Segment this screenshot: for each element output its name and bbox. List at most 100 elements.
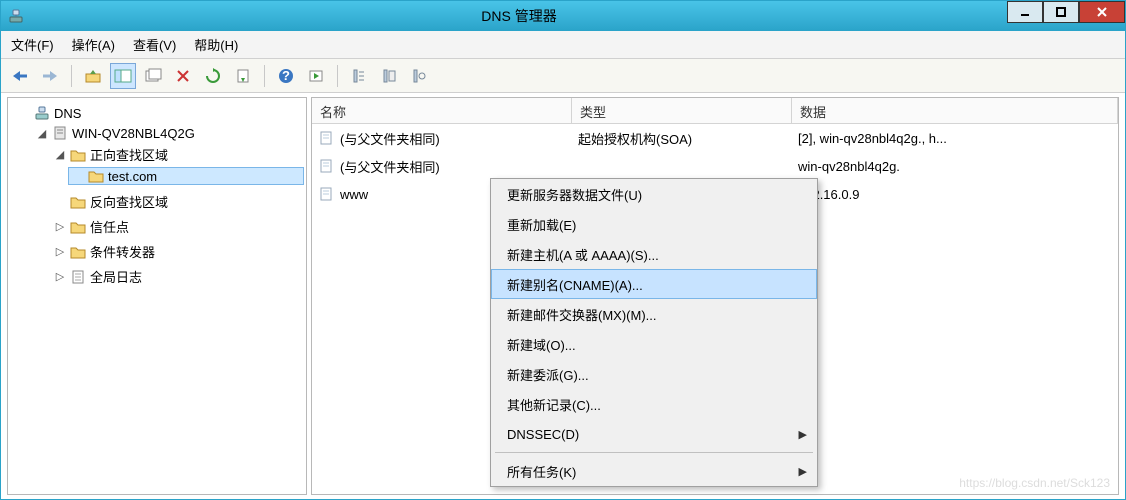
folder-icon	[70, 244, 86, 260]
cell-name: (与父文件夹相同)	[340, 129, 440, 148]
filter-button-1[interactable]	[346, 63, 372, 89]
tree-label: 信任点	[90, 217, 129, 236]
cell-name: (与父文件夹相同)	[340, 157, 440, 176]
tree-root-dns[interactable]: DNS	[14, 104, 304, 122]
ctx-label: 新建委派(G)...	[507, 365, 589, 384]
ctx-label: 所有任务(K)	[507, 462, 576, 481]
ctx-label: 其他新记录(C)...	[507, 395, 601, 414]
new-window-button[interactable]	[140, 63, 166, 89]
close-button[interactable]	[1079, 1, 1125, 23]
record-icon	[318, 186, 334, 202]
ctx-separator	[495, 452, 813, 453]
back-button[interactable]	[7, 63, 33, 89]
app-icon	[1, 8, 31, 24]
folder-icon	[70, 219, 86, 235]
tree-label: DNS	[54, 106, 81, 121]
menu-bar: 文件(F) 操作(A) 查看(V) 帮助(H)	[1, 31, 1125, 59]
tree-reverse-zones[interactable]: 反向查找区域	[50, 191, 304, 212]
ctx-label: 新建域(O)...	[507, 335, 576, 354]
tree-label: 反向查找区域	[90, 192, 168, 211]
tree-trust-points[interactable]: ▷ 信任点	[50, 216, 304, 237]
ctx-label: 新建别名(CNAME)(A)...	[507, 275, 643, 294]
ctx-label: 新建主机(A 或 AAAA)(S)...	[507, 245, 659, 264]
toolbar: ?	[1, 59, 1125, 93]
ctx-new-delegation[interactable]: 新建委派(G)...	[491, 359, 817, 389]
menu-file[interactable]: 文件(F)	[11, 35, 54, 54]
zone-folder-icon	[88, 168, 104, 184]
watermark: https://blog.csdn.net/Sck123	[959, 476, 1110, 490]
ctx-label: 更新服务器数据文件(U)	[507, 185, 642, 204]
submenu-arrow-icon: ▶	[799, 465, 807, 478]
collapse-icon[interactable]: ▷	[54, 220, 66, 233]
ctx-new-host[interactable]: 新建主机(A 或 AAAA)(S)...	[491, 239, 817, 269]
filter-button-3[interactable]	[406, 63, 432, 89]
column-header-type[interactable]: 类型	[572, 98, 792, 123]
dns-manager-window: DNS 管理器 文件(F) 操作(A) 查看(V) 帮助(H) ?	[0, 0, 1126, 500]
collapse-icon[interactable]: ▷	[54, 245, 66, 258]
refresh-button[interactable]	[200, 63, 226, 89]
toolbar-separator	[71, 65, 72, 87]
list-header: 名称 类型 数据	[312, 98, 1118, 124]
export-button[interactable]	[230, 63, 256, 89]
collapse-icon[interactable]: ▷	[54, 270, 66, 283]
menu-help[interactable]: 帮助(H)	[194, 35, 238, 54]
list-row[interactable]: (与父文件夹相同) win-qv28nbl4q2g.	[312, 152, 1118, 180]
ctx-label: 新建邮件交换器(MX)(M)...	[507, 305, 656, 324]
expand-icon[interactable]: ◢	[36, 127, 48, 140]
column-header-data[interactable]: 数据	[792, 98, 1118, 123]
toolbar-separator	[337, 65, 338, 87]
minimize-button[interactable]	[1007, 1, 1043, 23]
ctx-update-server-file[interactable]: 更新服务器数据文件(U)	[491, 179, 817, 209]
tree-label: 全局日志	[90, 267, 142, 286]
delete-button[interactable]	[170, 63, 196, 89]
forward-button[interactable]	[37, 63, 63, 89]
tree-server[interactable]: ◢ WIN-QV28NBL4Q2G	[32, 124, 304, 142]
up-button[interactable]	[80, 63, 106, 89]
record-icon	[318, 158, 334, 174]
ctx-label: 重新加载(E)	[507, 215, 576, 234]
tree-label: 正向查找区域	[90, 145, 168, 164]
log-icon	[70, 269, 86, 285]
menu-action[interactable]: 操作(A)	[72, 35, 115, 54]
record-icon	[318, 130, 334, 146]
maximize-button[interactable]	[1043, 1, 1079, 23]
ctx-new-cname[interactable]: 新建别名(CNAME)(A)...	[491, 269, 817, 299]
svg-text:?: ?	[282, 68, 290, 83]
tree-domain-testcom[interactable]: test.com	[68, 167, 304, 185]
list-row[interactable]: (与父文件夹相同) 起始授权机构(SOA) [2], win-qv28nbl4q…	[312, 124, 1118, 152]
expand-icon[interactable]: ◢	[54, 148, 66, 161]
ctx-reload[interactable]: 重新加载(E)	[491, 209, 817, 239]
filter-button-2[interactable]	[376, 63, 402, 89]
context-menu: 更新服务器数据文件(U) 重新加载(E) 新建主机(A 或 AAAA)(S)..…	[490, 178, 818, 487]
window-controls	[1007, 1, 1125, 31]
ctx-new-mx[interactable]: 新建邮件交换器(MX)(M)...	[491, 299, 817, 329]
run-button[interactable]	[303, 63, 329, 89]
server-icon	[52, 125, 68, 141]
tree-conditional-forwarders[interactable]: ▷ 条件转发器	[50, 241, 304, 262]
tree-global-logs[interactable]: ▷ 全局日志	[50, 266, 304, 287]
ctx-other-record[interactable]: 其他新记录(C)...	[491, 389, 817, 419]
tree-forward-zones[interactable]: ◢ 正向查找区域	[50, 144, 304, 165]
show-hide-tree-button[interactable]	[110, 63, 136, 89]
title-bar: DNS 管理器	[1, 1, 1125, 31]
dns-icon	[34, 105, 50, 121]
submenu-arrow-icon: ▶	[799, 428, 807, 441]
ctx-new-domain[interactable]: 新建域(O)...	[491, 329, 817, 359]
ctx-all-tasks[interactable]: 所有任务(K) ▶	[491, 456, 817, 486]
help-button[interactable]: ?	[273, 63, 299, 89]
menu-view[interactable]: 查看(V)	[133, 35, 176, 54]
cell-data: 172.16.0.9	[792, 187, 1118, 202]
ctx-label: DNSSEC(D)	[507, 427, 579, 442]
cell-name: www	[340, 187, 368, 202]
cell-data: win-qv28nbl4q2g.	[792, 159, 1118, 174]
toolbar-separator	[264, 65, 265, 87]
window-title: DNS 管理器	[31, 6, 1007, 26]
ctx-dnssec[interactable]: DNSSEC(D) ▶	[491, 419, 817, 449]
tree-label: WIN-QV28NBL4Q2G	[72, 126, 195, 141]
cell-type: 起始授权机构(SOA)	[572, 129, 792, 148]
folder-icon	[70, 194, 86, 210]
column-header-name[interactable]: 名称	[312, 98, 572, 123]
folder-icon	[70, 147, 86, 163]
tree-pane[interactable]: DNS ◢ WIN-QV28NBL4Q2G	[7, 97, 307, 495]
tree-label: test.com	[108, 169, 157, 184]
